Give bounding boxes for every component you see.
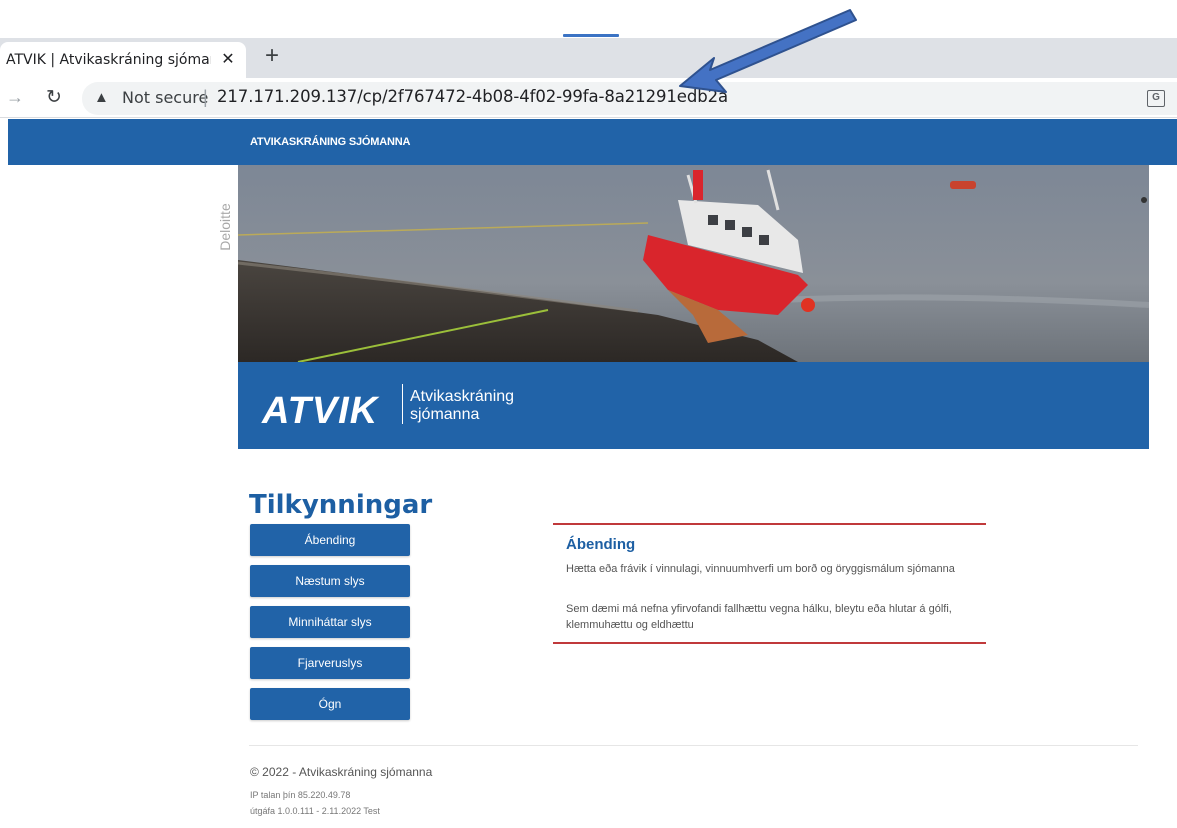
plus-icon[interactable]: + <box>258 42 286 70</box>
tab-title: ATVIK | Atvikaskráning sjómanna <box>6 52 211 68</box>
screenshot-root: ATVIK | Atvikaskráning sjómanna ✕ + → ↻ … <box>0 0 1177 828</box>
forward-arrow-icon[interactable]: → <box>6 87 24 108</box>
deloitte-side-label: Deloitte <box>210 192 240 262</box>
footer-version: útgáfa 1.0.0.111 - 2.11.2022 Test <box>250 806 380 816</box>
site-header-title[interactable]: ATVIKASKRÁNING SJÓMANNA <box>250 136 410 148</box>
page-title: Tilkynningar <box>249 490 433 520</box>
annotation-arrow-icon <box>679 9 857 93</box>
hero-image <box>238 165 1149 362</box>
ogn-button[interactable]: Ógn <box>250 688 410 720</box>
window-top-strip <box>0 0 1177 38</box>
logo-divider <box>402 384 403 424</box>
info-panel-paragraph-1: Hætta eða frávik í vinnulagi, vinnuumhve… <box>566 563 955 575</box>
minnihattar-slys-button[interactable]: Minniháttar slys <box>250 606 410 638</box>
url-separator: | <box>203 87 208 107</box>
security-label[interactable]: Not secure <box>122 88 208 107</box>
close-icon[interactable]: ✕ <box>218 50 238 70</box>
browser-tab-bar: ATVIK | Atvikaskráning sjómanna ✕ + <box>0 38 1177 78</box>
reload-icon[interactable]: ↻ <box>46 86 62 109</box>
deloitte-text: Deloitte <box>217 203 233 251</box>
browser-toolbar: → ↻ ▲ Not secure | 217.171.209.137/cp/2f… <box>0 78 1177 118</box>
warning-icon[interactable]: ▲ <box>94 89 109 106</box>
tab-drag-indicator <box>563 34 619 37</box>
info-panel-paragraph-2: Sem dæmi má nefna yfirvofandi fallhættu … <box>566 603 952 631</box>
footer-divider <box>249 745 1138 746</box>
translate-icon[interactable]: G <box>1147 90 1165 107</box>
boat-on-shore-image <box>238 165 1149 362</box>
address-bar[interactable]: ▲ Not secure | 217.171.209.137/cp/2f7674… <box>82 82 1177 115</box>
abending-button[interactable]: Ábending <box>250 524 410 556</box>
logo-subtitle-line2: sjómanna <box>410 406 480 423</box>
info-panel: Ábending Hætta eða frávik í vinnulagi, v… <box>553 523 986 644</box>
naestum-slys-button[interactable]: Næstum slys <box>250 565 410 597</box>
site-header: ATVIKASKRÁNING SJÓMANNA <box>8 119 1177 165</box>
fjarveruslys-button[interactable]: Fjarveruslys <box>250 647 410 679</box>
atvik-logo: ATVIK <box>262 390 379 432</box>
browser-tab[interactable]: ATVIK | Atvikaskráning sjómanna ✕ <box>0 42 246 78</box>
info-panel-title: Ábending <box>566 536 636 553</box>
footer-ip: IP talan þín 85.220.49.78 <box>250 790 351 800</box>
brand-banner: ATVIK Atvikaskráning sjómanna <box>238 362 1149 449</box>
footer-copyright: © 2022 - Atvikaskráning sjómanna <box>250 765 433 779</box>
logo-subtitle-line1: Atvikaskráning <box>410 388 515 405</box>
